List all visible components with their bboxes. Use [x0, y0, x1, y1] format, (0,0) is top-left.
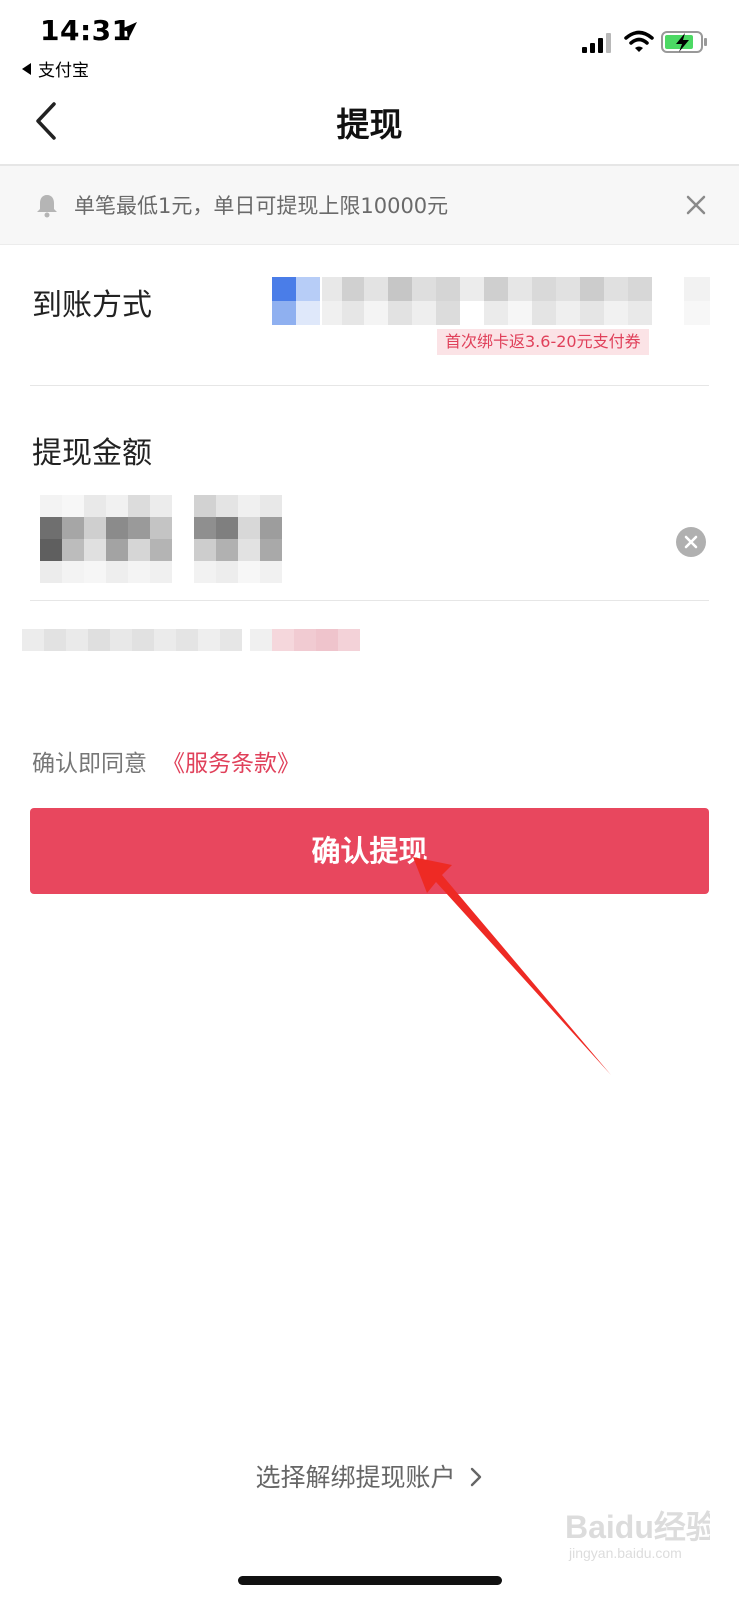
bind-card-coupon-tag: 首次绑卡返3.6-20元支付券	[437, 329, 649, 355]
svg-text:Baidu经验: Baidu经验	[565, 1509, 710, 1545]
back-app-label: 支付宝	[38, 61, 89, 81]
cellular-signal-icon	[582, 33, 611, 53]
divider	[30, 600, 709, 601]
page-title: 提现	[336, 105, 403, 144]
location-arrow-icon	[119, 22, 137, 40]
wifi-icon	[624, 30, 654, 52]
home-indicator	[238, 1576, 502, 1585]
back-to-app-link[interactable]: 支付宝	[22, 56, 89, 81]
service-terms-link[interactable]: 《服务条款》	[162, 744, 300, 778]
baidu-watermark-logo: Baidu经验 jingyan.baidu.com	[565, 1509, 710, 1561]
arrival-method-label: 到账方式	[32, 288, 152, 323]
terms-prefix: 确认即同意	[32, 751, 147, 777]
withdraw-amount-input[interactable]	[40, 495, 310, 585]
back-triangle-icon	[22, 62, 31, 75]
notice-text: 单笔最低1元，单日可提现上限10000元	[74, 194, 449, 218]
clear-circle-icon[interactable]	[675, 526, 707, 558]
confirm-withdraw-button[interactable]: 确认提现	[30, 808, 709, 894]
battery-charging-icon	[661, 31, 707, 53]
fee-info-text	[22, 625, 372, 655]
bank-card-icon	[272, 277, 320, 325]
divider	[30, 385, 709, 386]
close-icon[interactable]	[683, 192, 709, 218]
unbind-account-label: 选择解绑提现账户	[255, 1463, 456, 1492]
svg-text:jingyan.baidu.com: jingyan.baidu.com	[568, 1545, 682, 1561]
bell-icon	[37, 195, 57, 218]
unbind-account-link[interactable]: 选择解绑提现账户	[0, 1458, 739, 1494]
arrival-method-selector[interactable]	[272, 277, 712, 325]
chevron-right-icon	[469, 1463, 483, 1492]
withdraw-amount-label: 提现金额	[32, 436, 152, 471]
